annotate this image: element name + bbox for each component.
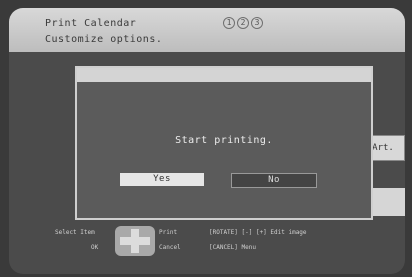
button-guide: Select Item Print OK Cancel [ROTATE] [-]…: [9, 220, 405, 274]
step-2-icon: 2: [237, 17, 249, 29]
dialog-titlebar: [77, 68, 371, 82]
dialog-message: Start printing.: [175, 135, 273, 146]
guide-rotate-edit: [ROTATE] [-] [+] Edit image: [209, 229, 307, 236]
yes-button[interactable]: Yes: [120, 173, 204, 186]
confirm-dialog: Start printing.: [75, 66, 373, 220]
camera-screen: Print Calendar Customize options. 1 2 3 …: [9, 8, 405, 274]
dpad-icon: [115, 226, 155, 256]
guide-print: Print: [159, 229, 178, 236]
guide-select-item: Select Item: [55, 229, 95, 236]
guide-cancel-menu: [CANCEL] Menu: [209, 244, 256, 251]
guide-cancel: Cancel: [159, 244, 181, 251]
no-button[interactable]: No: [231, 173, 317, 188]
step-3-icon: 3: [251, 17, 263, 29]
step-1-icon: 1: [223, 17, 235, 29]
guide-ok: OK: [91, 244, 99, 251]
page-title: Print Calendar: [45, 18, 137, 29]
dialog-body: Start printing.: [77, 82, 371, 218]
page-subtitle: Customize options.: [45, 34, 163, 45]
header: Print Calendar Customize options. 1 2 3: [9, 8, 405, 52]
